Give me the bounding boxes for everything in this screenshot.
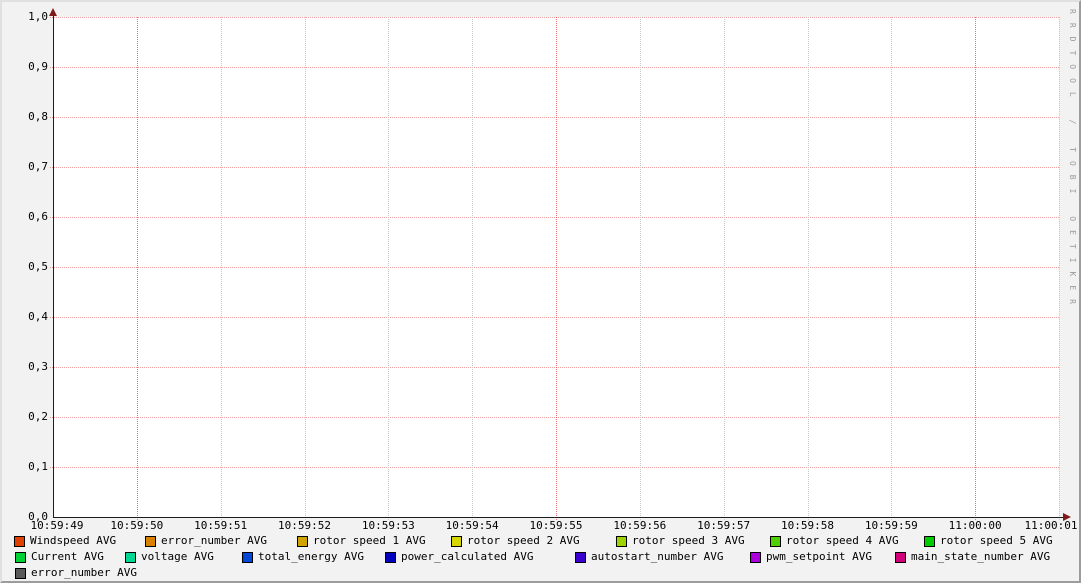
gridline-horizontal-major — [50, 217, 1059, 218]
y-tick-label: 0,8 — [2, 111, 48, 123]
legend-swatch — [125, 552, 136, 563]
rrd-graph: 1,00,90,80,70,60,50,40,30,20,10,0 10:59:… — [0, 0, 1081, 583]
legend-swatch — [575, 552, 586, 563]
legend-item: autostart_number AVG — [575, 551, 723, 563]
gridline-vertical-major — [556, 17, 557, 520]
legend-swatch — [770, 536, 781, 547]
x-tick-label: 10:59:49 — [17, 520, 97, 532]
legend-swatch — [385, 552, 396, 563]
legend-label: error_number AVG — [31, 567, 137, 579]
x-tick-label: 10:59:55 — [516, 520, 596, 532]
x-axis-line — [53, 517, 1064, 518]
x-tick-label: 10:59:58 — [768, 520, 848, 532]
legend-swatch — [15, 568, 26, 579]
legend-swatch — [924, 536, 935, 547]
gridline-vertical-major — [137, 17, 138, 520]
gridline-horizontal-major — [50, 17, 1059, 18]
x-tick-label: 11:00:00 — [935, 520, 1015, 532]
legend-swatch — [242, 552, 253, 563]
legend-item: pwm_setpoint AVG — [750, 551, 872, 563]
x-tick-label: 10:59:59 — [851, 520, 931, 532]
y-axis-line — [53, 13, 54, 518]
gridline-vertical-minor — [891, 17, 892, 520]
gridline-vertical-major — [975, 17, 976, 520]
gridline-vertical-minor — [472, 17, 473, 520]
x-tick-label: 11:00:01 — [1011, 520, 1081, 532]
x-tick-label: 10:59:52 — [265, 520, 345, 532]
gridline-horizontal-major — [50, 117, 1059, 118]
legend-item: rotor speed 3 AVG — [616, 535, 745, 547]
legend-label: pwm_setpoint AVG — [766, 551, 872, 563]
legend-swatch — [145, 536, 156, 547]
gridline-vertical-minor — [808, 17, 809, 520]
legend-label: Current AVG — [31, 551, 104, 563]
gridline-horizontal-major — [50, 417, 1059, 418]
legend-item: error_number AVG — [145, 535, 267, 547]
y-tick-label: 1,0 — [2, 11, 48, 23]
legend-label: rotor speed 2 AVG — [467, 535, 580, 547]
legend-swatch — [451, 536, 462, 547]
legend-swatch — [297, 536, 308, 547]
y-tick-label: 0,9 — [2, 61, 48, 73]
legend-swatch — [750, 552, 761, 563]
legend-label: rotor speed 4 AVG — [786, 535, 899, 547]
gridline-horizontal-major — [50, 267, 1059, 268]
legend-label: rotor speed 3 AVG — [632, 535, 745, 547]
x-tick-label: 10:59:51 — [181, 520, 261, 532]
legend-swatch — [616, 536, 627, 547]
y-tick-label: 0,7 — [2, 161, 48, 173]
gridline-vertical-minor — [640, 17, 641, 520]
legend-item: Windspeed AVG — [14, 535, 116, 547]
y-axis-arrow-icon — [49, 8, 57, 16]
legend-item: rotor speed 5 AVG — [924, 535, 1053, 547]
legend-item: Current AVG — [15, 551, 104, 563]
legend-item: error_number AVG — [15, 567, 137, 579]
y-tick-label: 0,3 — [2, 361, 48, 373]
gridline-vertical-minor — [1059, 17, 1060, 520]
gridline-horizontal-major — [50, 167, 1059, 168]
legend-item: power_calculated AVG — [385, 551, 533, 563]
gridline-horizontal-major — [50, 317, 1059, 318]
legend-item: rotor speed 4 AVG — [770, 535, 899, 547]
x-tick-label: 10:59:57 — [684, 520, 764, 532]
legend-label: rotor speed 5 AVG — [940, 535, 1053, 547]
legend-item: total_energy AVG — [242, 551, 364, 563]
legend-item: voltage AVG — [125, 551, 214, 563]
x-tick-label: 10:59:56 — [600, 520, 680, 532]
watermark: RRDTOOL / TOBI OETIKER — [1068, 9, 1077, 313]
legend-item: main_state_number AVG — [895, 551, 1050, 563]
y-tick-label: 0,1 — [2, 461, 48, 473]
legend-swatch — [14, 536, 25, 547]
y-tick-label: 0,6 — [2, 211, 48, 223]
legend-label: voltage AVG — [141, 551, 214, 563]
gridline-horizontal-major — [50, 67, 1059, 68]
x-tick-label: 10:59:54 — [432, 520, 512, 532]
legend-label: total_energy AVG — [258, 551, 364, 563]
legend-swatch — [895, 552, 906, 563]
legend-label: error_number AVG — [161, 535, 267, 547]
legend-label: autostart_number AVG — [591, 551, 723, 563]
y-tick-label: 0,4 — [2, 311, 48, 323]
legend-label: rotor speed 1 AVG — [313, 535, 426, 547]
x-tick-label: 10:59:50 — [97, 520, 177, 532]
gridline-vertical-minor — [724, 17, 725, 520]
legend-swatch — [15, 552, 26, 563]
legend-item: rotor speed 2 AVG — [451, 535, 580, 547]
y-tick-label: 0,5 — [2, 261, 48, 273]
y-tick-label: 0,2 — [2, 411, 48, 423]
gridline-vertical-minor — [221, 17, 222, 520]
gridline-horizontal-major — [50, 367, 1059, 368]
gridline-vertical-minor — [305, 17, 306, 520]
gridline-horizontal-major — [50, 467, 1059, 468]
legend-label: Windspeed AVG — [30, 535, 116, 547]
gridline-vertical-minor — [388, 17, 389, 520]
x-tick-label: 10:59:53 — [348, 520, 428, 532]
legend-label: main_state_number AVG — [911, 551, 1050, 563]
legend-label: power_calculated AVG — [401, 551, 533, 563]
legend-item: rotor speed 1 AVG — [297, 535, 426, 547]
